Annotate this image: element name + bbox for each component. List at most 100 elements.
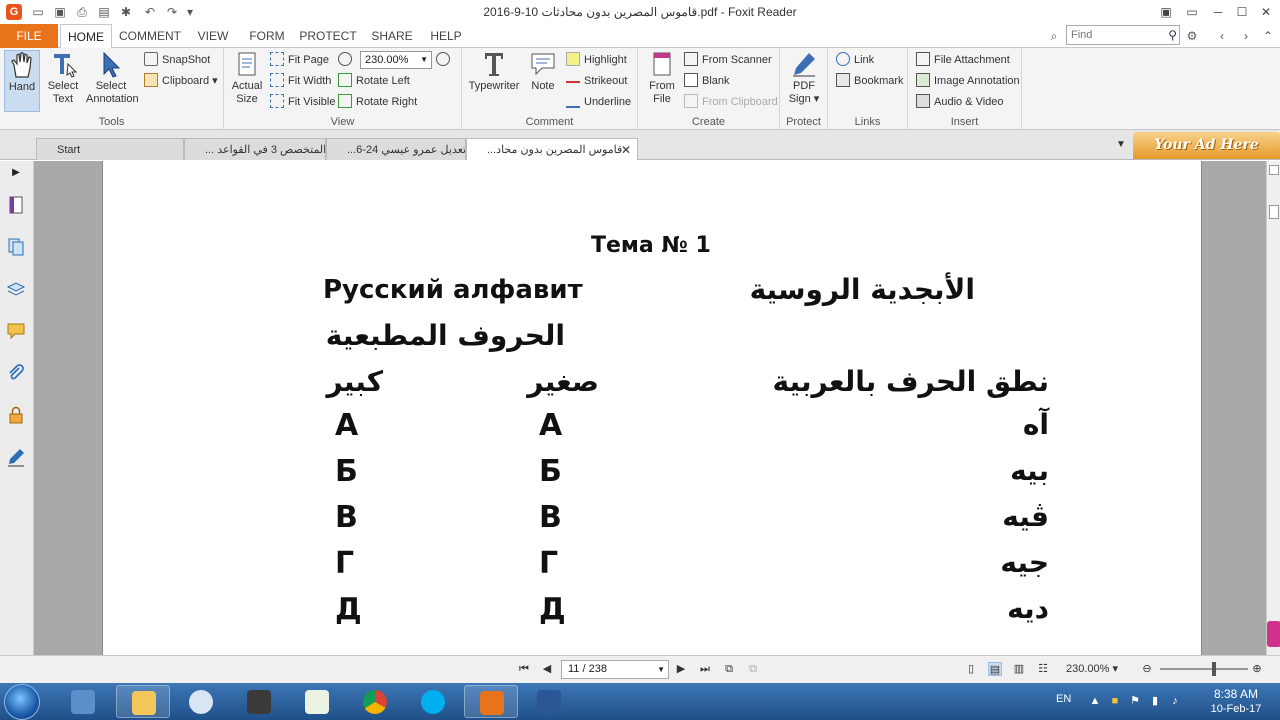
- zoom-combo[interactable]: 230.00% ▼: [360, 51, 432, 69]
- properties-icon[interactable]: ▤: [96, 4, 112, 20]
- snapshot-button[interactable]: SnapShot: [144, 51, 210, 69]
- ad-banner[interactable]: Your Ad Here: [1133, 132, 1280, 159]
- close-icon[interactable]: ✕: [1254, 2, 1278, 22]
- page-thumbnails-icon[interactable]: [6, 195, 26, 215]
- save-icon[interactable]: ▣: [52, 4, 68, 20]
- redo-icon[interactable]: ↷: [164, 4, 180, 20]
- zoom-slider[interactable]: [1160, 668, 1248, 670]
- taskbar-app-explorer[interactable]: [116, 685, 170, 718]
- page-number-field[interactable]: 11 / 238 ▼: [561, 660, 669, 679]
- taskbar-app-skype[interactable]: [406, 685, 460, 718]
- first-page-icon[interactable]: ⏮: [517, 662, 531, 676]
- find-options-icon[interactable]: ⌕: [1046, 28, 1062, 44]
- clipboard-button[interactable]: Clipboard ▾: [144, 72, 218, 90]
- tab-view[interactable]: VIEW: [190, 24, 236, 48]
- pdf-sign-button[interactable]: PDF Sign ▾: [784, 50, 824, 106]
- actual-size-button[interactable]: Actual Size: [228, 50, 266, 106]
- tab-form[interactable]: FORM: [244, 24, 290, 48]
- continuous-facing-icon[interactable]: ☷: [1036, 662, 1050, 676]
- customize-icon[interactable]: ▾: [182, 4, 198, 20]
- tabs-dropdown-icon[interactable]: ▼: [1116, 139, 1126, 150]
- expand-panel-icon[interactable]: ▶: [6, 167, 26, 187]
- taskbar-app-foxit[interactable]: [464, 685, 518, 718]
- audio-video-button[interactable]: Audio & Video: [916, 93, 1004, 111]
- from-file-button[interactable]: From File: [642, 50, 682, 106]
- prev-result-icon[interactable]: ‹: [1214, 28, 1230, 44]
- layers-icon[interactable]: [6, 279, 26, 299]
- undo-icon[interactable]: ↶: [142, 4, 158, 20]
- doc-tab-active[interactable]: ...قاموس المصرين بدون محاد ✕: [466, 138, 638, 160]
- search-icon[interactable]: ⚲: [1168, 28, 1177, 42]
- fit-page-button[interactable]: Fit Page: [270, 51, 329, 69]
- settings-gear-icon[interactable]: ⚙: [1184, 28, 1200, 44]
- link-button[interactable]: Link: [836, 51, 874, 69]
- comments-icon[interactable]: [6, 321, 26, 341]
- tray-app-icon[interactable]: ■: [1108, 694, 1122, 708]
- taskbar-app-word[interactable]: [522, 685, 576, 718]
- taskbar-app-chrome[interactable]: [348, 685, 402, 718]
- zoom-in-button[interactable]: [436, 51, 454, 69]
- continuous-page-icon[interactable]: ▤: [988, 662, 1002, 676]
- clock-time[interactable]: 8:38 AM: [1204, 687, 1268, 701]
- language-indicator[interactable]: EN: [1056, 693, 1071, 705]
- foxit-logo-icon[interactable]: G: [6, 4, 22, 20]
- maximize-icon[interactable]: ☐: [1230, 2, 1254, 22]
- minimize-icon[interactable]: ─: [1206, 2, 1230, 22]
- zoom-slider-thumb[interactable]: [1212, 662, 1216, 676]
- select-annotation-button[interactable]: Select Annotation: [86, 50, 139, 106]
- doc-tab-start[interactable]: Start: [36, 138, 184, 160]
- taskbar-app-321[interactable]: [232, 685, 286, 718]
- collapse-ribbon-icon[interactable]: ⌃: [1260, 28, 1276, 44]
- network-icon[interactable]: ▮: [1148, 694, 1162, 708]
- file-attachment-button[interactable]: File Attachment: [916, 51, 1010, 69]
- hand-button[interactable]: Hand: [4, 50, 40, 112]
- show-hidden-icons-icon[interactable]: ▲: [1088, 694, 1102, 708]
- from-scanner-button[interactable]: From Scanner: [684, 51, 772, 69]
- facing-pages-icon[interactable]: ▥: [1012, 662, 1026, 676]
- restore-icon[interactable]: ▣: [1154, 2, 1178, 22]
- tab-protect[interactable]: PROTECT: [298, 24, 358, 48]
- open-icon[interactable]: ▭: [30, 4, 46, 20]
- taskbar-app-media[interactable]: [174, 685, 228, 718]
- previous-view-icon[interactable]: ⧉: [722, 662, 736, 676]
- action-center-icon[interactable]: ⚑: [1128, 694, 1142, 708]
- rotate-right-button[interactable]: Rotate Right: [338, 93, 417, 111]
- taskbar-app-network[interactable]: [56, 685, 110, 718]
- tab-home[interactable]: HOME: [60, 24, 112, 49]
- doc-tab-3[interactable]: ...تعديل عمرو عيسي 24-6: [326, 138, 466, 160]
- taskbar-app-arabic[interactable]: [290, 685, 344, 718]
- tab-comment[interactable]: COMMENT: [118, 24, 182, 48]
- zoom-level[interactable]: 230.00% ▾: [1066, 662, 1118, 675]
- zoom-in-icon[interactable]: ⊕: [1250, 662, 1264, 676]
- rotate-left-button[interactable]: Rotate Left: [338, 72, 410, 90]
- from-clipboard-button[interactable]: From Clipboard: [684, 93, 778, 111]
- scroll-thumb[interactable]: [1269, 205, 1279, 219]
- ad-badge-icon[interactable]: [1267, 621, 1280, 647]
- fit-width-button[interactable]: Fit Width: [270, 72, 331, 90]
- close-tab-icon[interactable]: ✕: [621, 139, 631, 160]
- volume-icon[interactable]: ♪: [1168, 694, 1182, 708]
- new-icon[interactable]: ✱: [118, 4, 134, 20]
- attachments-icon[interactable]: [6, 363, 26, 383]
- pages-icon[interactable]: [6, 237, 26, 257]
- last-page-icon[interactable]: ⏭: [698, 662, 712, 676]
- blank-button[interactable]: Blank: [684, 72, 730, 90]
- tab-share[interactable]: SHARE: [366, 24, 418, 48]
- select-text-button[interactable]: Select Text: [44, 50, 82, 106]
- next-result-icon[interactable]: ›: [1238, 28, 1254, 44]
- start-button[interactable]: [4, 684, 40, 720]
- zoom-out-icon[interactable]: ⊖: [1140, 662, 1154, 676]
- document-view[interactable]: Тема № 1 Русский алфавит الأبجدية الروسي…: [34, 161, 1266, 655]
- print-icon[interactable]: ⎙: [74, 4, 90, 20]
- bookmark-button[interactable]: Bookmark: [836, 72, 904, 90]
- next-view-icon[interactable]: ⧉: [746, 662, 760, 676]
- typewriter-button[interactable]: Typewriter: [468, 50, 520, 93]
- search-input[interactable]: [1067, 26, 1161, 44]
- minimize-ribbon-icon[interactable]: ▭: [1180, 2, 1204, 22]
- tab-help[interactable]: HELP: [424, 24, 468, 48]
- doc-tab-2[interactable]: ... المتخصص 3 في القواعد: [184, 138, 326, 160]
- fit-visible-button[interactable]: Fit Visible: [270, 93, 335, 111]
- previous-page-icon[interactable]: ◀: [540, 662, 554, 676]
- lock-icon[interactable]: [6, 405, 26, 425]
- clock-date[interactable]: 10-Feb-17: [1204, 703, 1268, 715]
